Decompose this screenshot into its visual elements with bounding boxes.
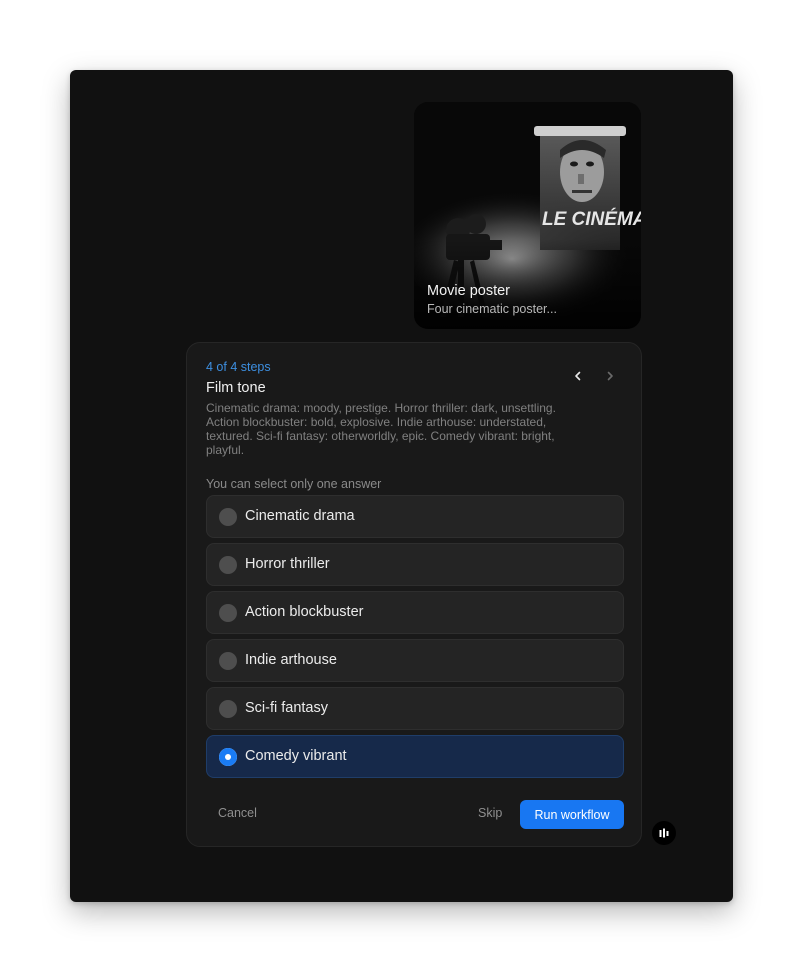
cancel-button[interactable]: Cancel [218, 806, 257, 820]
poster-card[interactable]: LE CINÉMA Movie poster Four cinematic po… [414, 102, 641, 329]
radio-button[interactable] [219, 556, 237, 574]
run-workflow-button[interactable]: Run workflow [520, 800, 624, 829]
radio-button-selected[interactable] [219, 748, 237, 766]
step-description: Cinematic drama: moody, prestige. Horror… [206, 401, 556, 457]
previous-step-button[interactable] [567, 365, 589, 387]
workflow-step-card: 4 of 4 steps Film tone Cinematic drama: … [186, 342, 642, 847]
radio-button[interactable] [219, 604, 237, 622]
chevron-left-icon [575, 371, 581, 381]
option-label: Cinematic drama [245, 508, 355, 524]
step-title: Film tone [206, 380, 266, 396]
option-horror-thriller[interactable]: Horror thriller [206, 543, 624, 586]
app-window: LE CINÉMA Movie poster Four cinematic po… [70, 70, 733, 902]
selection-hint: You can select only one answer [206, 477, 382, 491]
option-action-blockbuster[interactable]: Action blockbuster [206, 591, 624, 634]
chevron-right-icon [607, 371, 613, 381]
option-label: Comedy vibrant [245, 748, 347, 764]
poster-image-lettering: LE CINÉMA [542, 208, 641, 230]
option-comedy-vibrant[interactable]: Comedy vibrant [206, 735, 624, 778]
option-cinematic-drama[interactable]: Cinematic drama [206, 495, 624, 538]
poster-subtitle: Four cinematic poster... [427, 302, 557, 316]
skip-button[interactable]: Skip [478, 806, 502, 820]
option-indie-arthouse[interactable]: Indie arthouse [206, 639, 624, 682]
bars-glyph [659, 828, 669, 838]
option-sci-fi-fantasy[interactable]: Sci-fi fantasy [206, 687, 624, 730]
option-label: Sci-fi fantasy [245, 700, 328, 716]
option-list: Cinematic drama Horror thriller Action b… [206, 495, 624, 783]
option-label: Indie arthouse [245, 652, 337, 668]
option-label: Action blockbuster [245, 604, 364, 620]
radio-button[interactable] [219, 700, 237, 718]
radio-button[interactable] [219, 652, 237, 670]
option-label: Horror thriller [245, 556, 330, 572]
radio-button[interactable] [219, 508, 237, 526]
next-step-button[interactable] [599, 365, 621, 387]
logo-bars-icon[interactable] [652, 821, 676, 845]
poster-title: Movie poster [427, 283, 511, 299]
step-indicator: 4 of 4 steps [206, 360, 271, 374]
